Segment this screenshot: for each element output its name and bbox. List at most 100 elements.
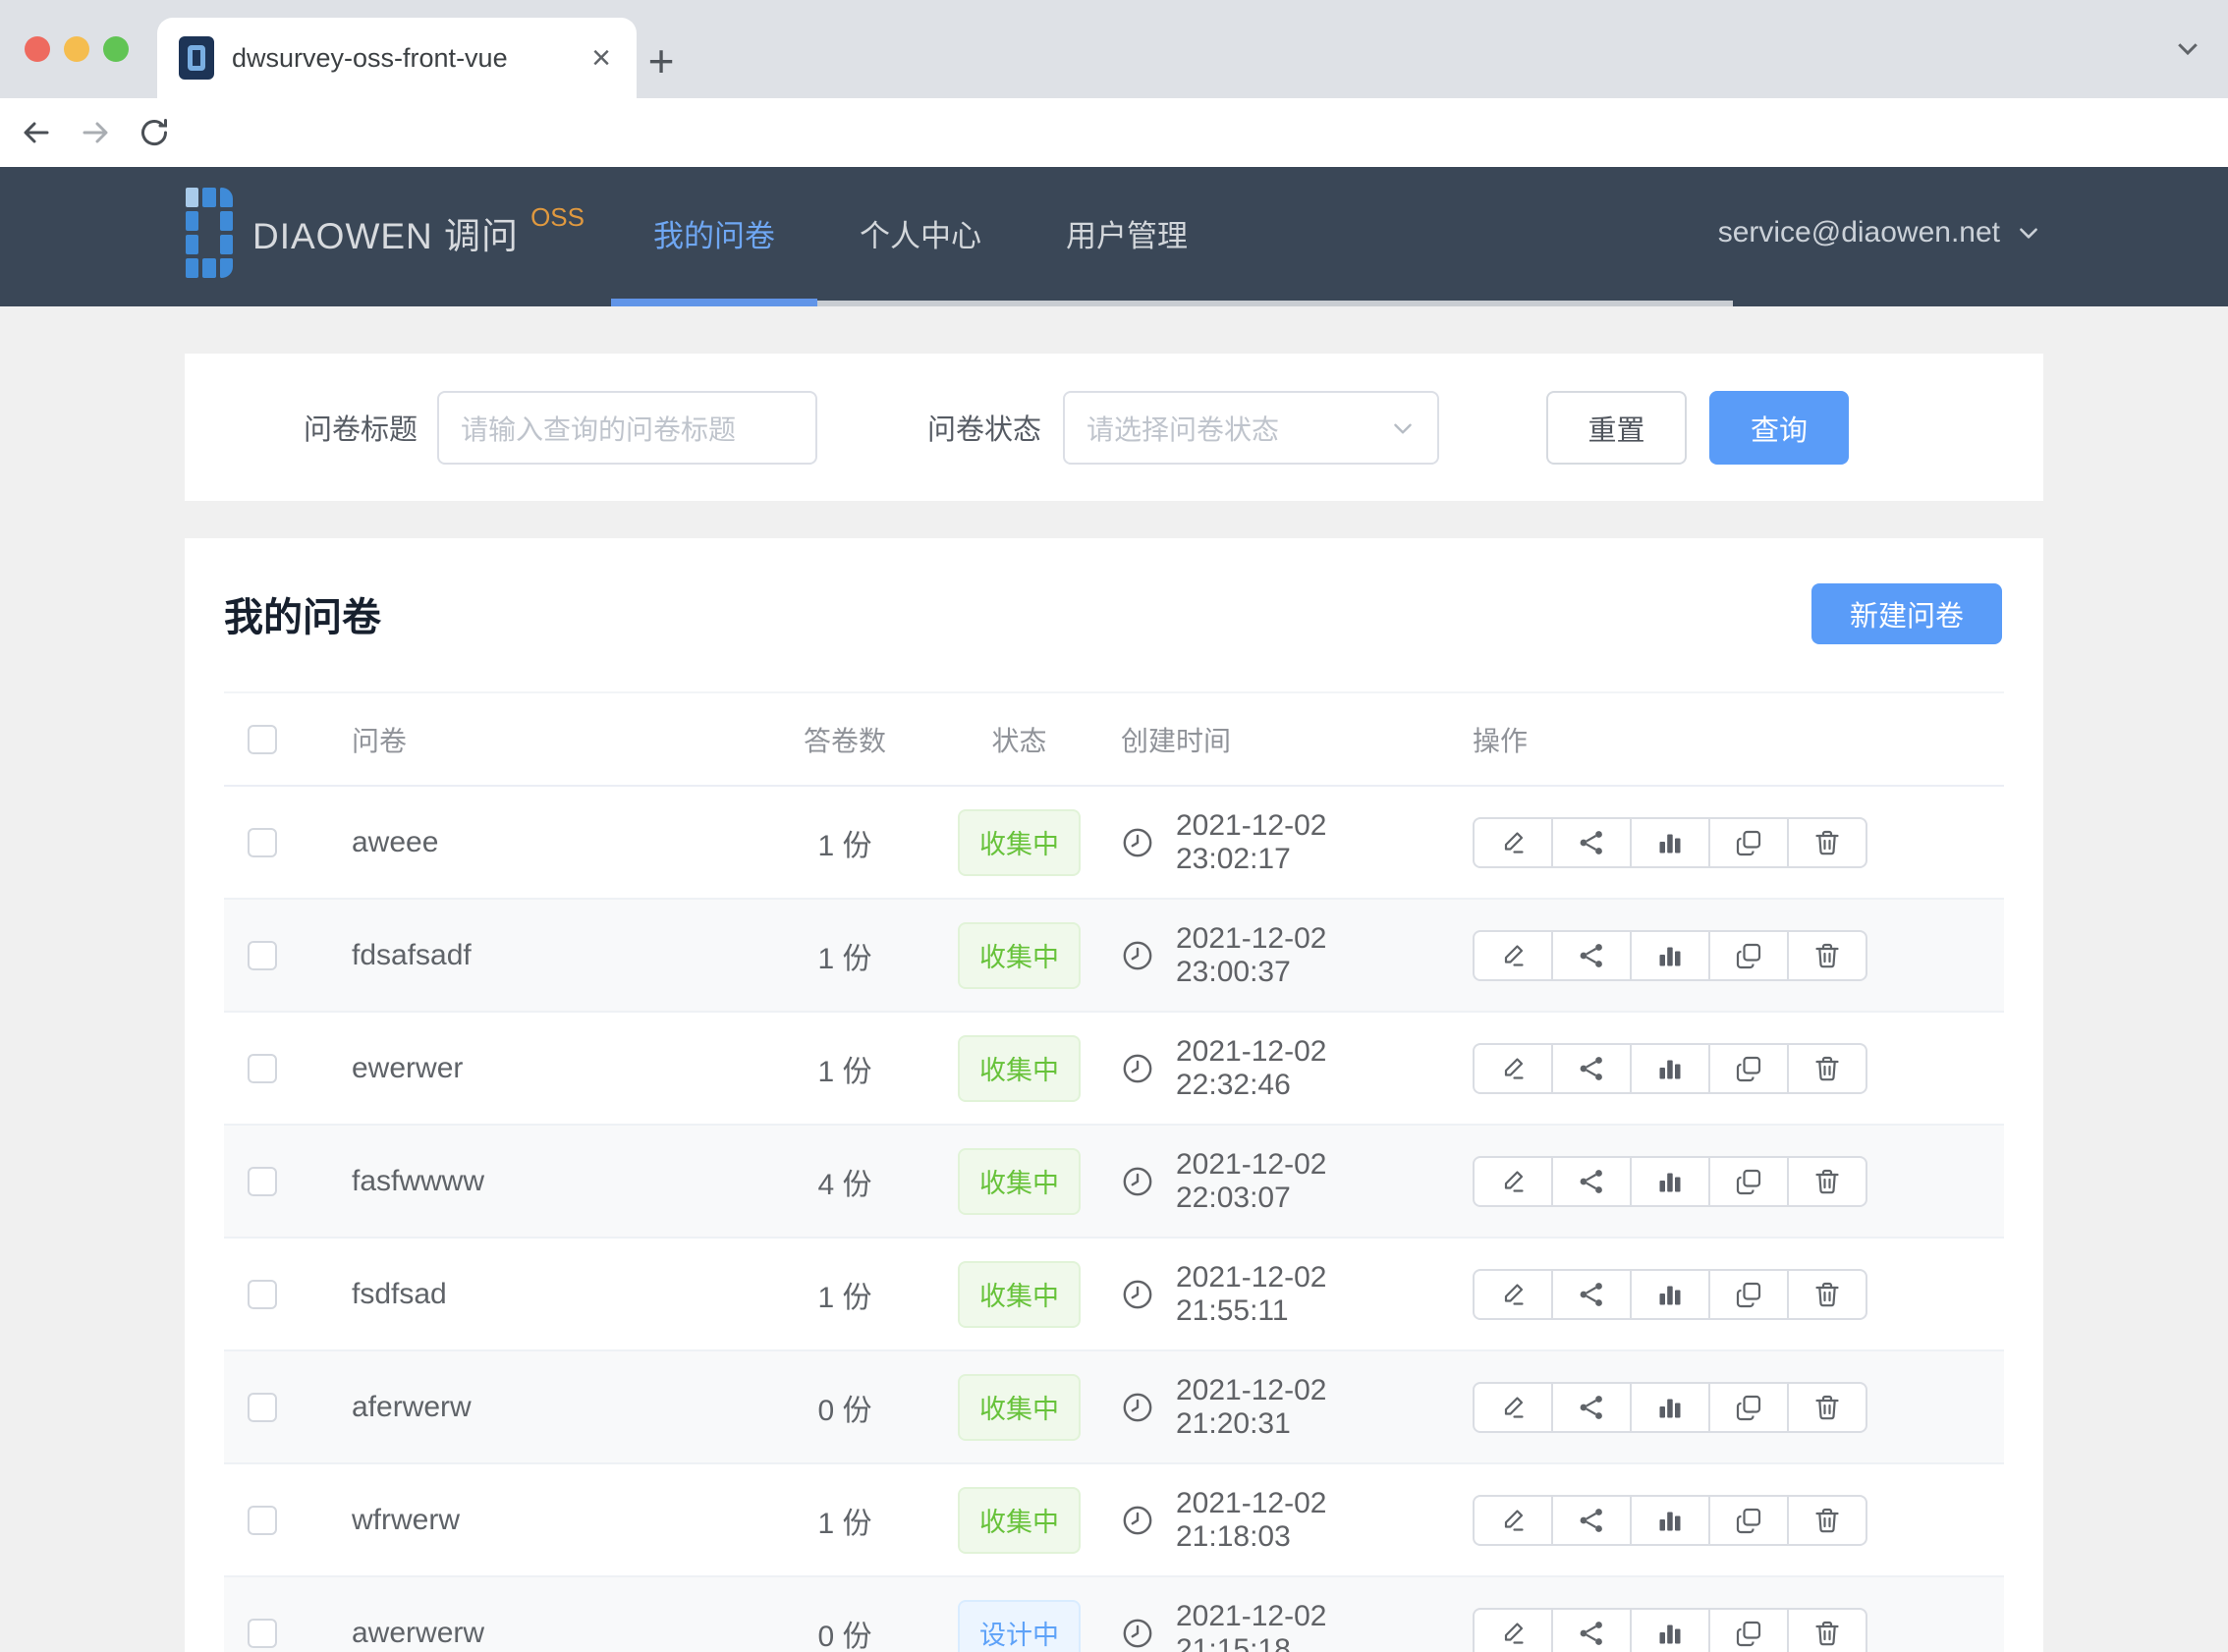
window-zoom-button[interactable] — [103, 36, 129, 62]
action-share-button[interactable] — [1551, 1608, 1632, 1652]
action-delete-button[interactable] — [1787, 1608, 1867, 1652]
row-checkbox[interactable] — [248, 1506, 277, 1535]
action-stats-button[interactable] — [1630, 1382, 1710, 1433]
nav-tab-user-management[interactable]: 用户管理 — [1024, 167, 1230, 299]
row-checkbox[interactable] — [248, 941, 277, 970]
window-minimize-button[interactable] — [64, 36, 89, 62]
create-survey-button[interactable]: 新建问卷 — [1811, 583, 2002, 644]
window-controls — [25, 36, 129, 62]
nav-tab-my-surveys[interactable]: 我的问卷 — [611, 167, 817, 299]
action-edit-button[interactable] — [1473, 1156, 1553, 1207]
account-email: service@diaowen.net — [1718, 216, 2000, 249]
edit-icon — [1498, 1167, 1528, 1196]
created-time: 2021-12-02 21:55:11 — [1176, 1261, 1434, 1328]
action-edit-button[interactable] — [1473, 1269, 1553, 1320]
survey-title-input[interactable]: 请输入查询的问卷标题 — [437, 391, 817, 465]
edit-icon — [1498, 1054, 1528, 1083]
action-share-button[interactable] — [1551, 1495, 1632, 1546]
survey-list-panel: 我的问卷 新建问卷 问卷 答卷数 状态 创建时间 操作 aweee 1 份 收集… — [185, 538, 2043, 1652]
action-edit-button[interactable] — [1473, 1608, 1553, 1652]
table-row: fsdfsad 1 份 收集中 2021-12-02 21:55:11 — [224, 1239, 2004, 1351]
action-copy-button[interactable] — [1708, 1382, 1789, 1433]
new-tab-button[interactable]: + — [636, 35, 687, 86]
answer-count: 0 份 — [817, 1612, 871, 1652]
share-icon — [1577, 1506, 1606, 1535]
action-stats-button[interactable] — [1630, 930, 1710, 981]
action-delete-button[interactable] — [1787, 1495, 1867, 1546]
delete-icon — [1812, 828, 1842, 857]
action-copy-button[interactable] — [1708, 1156, 1789, 1207]
answer-count: 4 份 — [817, 1160, 871, 1203]
action-edit-button[interactable] — [1473, 817, 1553, 868]
search-button[interactable]: 查询 — [1709, 391, 1849, 465]
action-delete-button[interactable] — [1787, 817, 1867, 868]
app-logo[interactable]: DIAOWEN 调问 OSS — [186, 167, 585, 299]
action-group — [1473, 1043, 1867, 1094]
action-share-button[interactable] — [1551, 1043, 1632, 1094]
forward-button[interactable] — [73, 115, 118, 150]
action-delete-button[interactable] — [1787, 1269, 1867, 1320]
action-copy-button[interactable] — [1708, 1608, 1789, 1652]
action-edit-button[interactable] — [1473, 930, 1553, 981]
row-checkbox[interactable] — [248, 1167, 277, 1196]
action-share-button[interactable] — [1551, 1382, 1632, 1433]
account-dropdown[interactable]: service@diaowen.net — [1718, 167, 2041, 299]
clock-icon — [1121, 1504, 1154, 1537]
tab-close-icon[interactable]: × — [587, 41, 615, 75]
row-checkbox[interactable] — [248, 1619, 277, 1648]
action-edit-button[interactable] — [1473, 1043, 1553, 1094]
action-edit-button[interactable] — [1473, 1382, 1553, 1433]
action-copy-button[interactable] — [1708, 1495, 1789, 1546]
reset-button[interactable]: 重置 — [1546, 391, 1687, 465]
select-all-checkbox[interactable] — [248, 725, 277, 754]
action-share-button[interactable] — [1551, 930, 1632, 981]
back-button[interactable] — [14, 115, 59, 150]
edit-icon — [1498, 941, 1528, 970]
action-stats-button[interactable] — [1630, 1043, 1710, 1094]
action-stats-button[interactable] — [1630, 1608, 1710, 1652]
stats-icon — [1655, 1280, 1685, 1309]
action-copy-button[interactable] — [1708, 1269, 1789, 1320]
action-stats-button[interactable] — [1630, 1156, 1710, 1207]
survey-status-select[interactable]: 请选择问卷状态 — [1063, 391, 1439, 465]
action-delete-button[interactable] — [1787, 930, 1867, 981]
action-delete-button[interactable] — [1787, 1382, 1867, 1433]
copy-icon — [1734, 941, 1763, 970]
row-checkbox[interactable] — [248, 1280, 277, 1309]
action-copy-button[interactable] — [1708, 930, 1789, 981]
action-stats-button[interactable] — [1630, 817, 1710, 868]
action-delete-button[interactable] — [1787, 1156, 1867, 1207]
created-time: 2021-12-02 21:18:03 — [1176, 1487, 1434, 1554]
action-stats-button[interactable] — [1630, 1269, 1710, 1320]
window-close-button[interactable] — [25, 36, 50, 62]
table-row: wfrwerw 1 份 收集中 2021-12-02 21:18:03 — [224, 1464, 2004, 1577]
col-status: 状态 — [943, 720, 1095, 759]
action-edit-button[interactable] — [1473, 1495, 1553, 1546]
action-group — [1473, 1156, 1867, 1207]
tab-search-chevron-icon[interactable] — [2173, 33, 2202, 63]
action-share-button[interactable] — [1551, 817, 1632, 868]
row-checkbox[interactable] — [248, 1054, 277, 1083]
action-share-button[interactable] — [1551, 1156, 1632, 1207]
col-survey: 问卷 — [324, 720, 747, 759]
action-copy-button[interactable] — [1708, 1043, 1789, 1094]
reload-button[interactable] — [132, 115, 177, 150]
row-checkbox[interactable] — [248, 828, 277, 857]
browser-tab-strip: dwsurvey-oss-front-vue × + — [0, 0, 2228, 98]
action-copy-button[interactable] — [1708, 817, 1789, 868]
tab-title: dwsurvey-oss-front-vue — [232, 43, 587, 74]
answer-count: 1 份 — [817, 1499, 871, 1542]
action-delete-button[interactable] — [1787, 1043, 1867, 1094]
survey-name: ewerwer — [352, 1052, 463, 1084]
action-stats-button[interactable] — [1630, 1495, 1710, 1546]
row-checkbox[interactable] — [248, 1393, 277, 1422]
answer-count: 0 份 — [817, 1386, 871, 1429]
copy-icon — [1734, 1619, 1763, 1648]
browser-tab[interactable]: dwsurvey-oss-front-vue × — [157, 18, 637, 98]
stats-icon — [1655, 828, 1685, 857]
copy-icon — [1734, 1506, 1763, 1535]
action-share-button[interactable] — [1551, 1269, 1632, 1320]
nav-tab-personal-center[interactable]: 个人中心 — [817, 167, 1024, 299]
share-icon — [1577, 1280, 1606, 1309]
clock-icon — [1121, 1617, 1154, 1650]
